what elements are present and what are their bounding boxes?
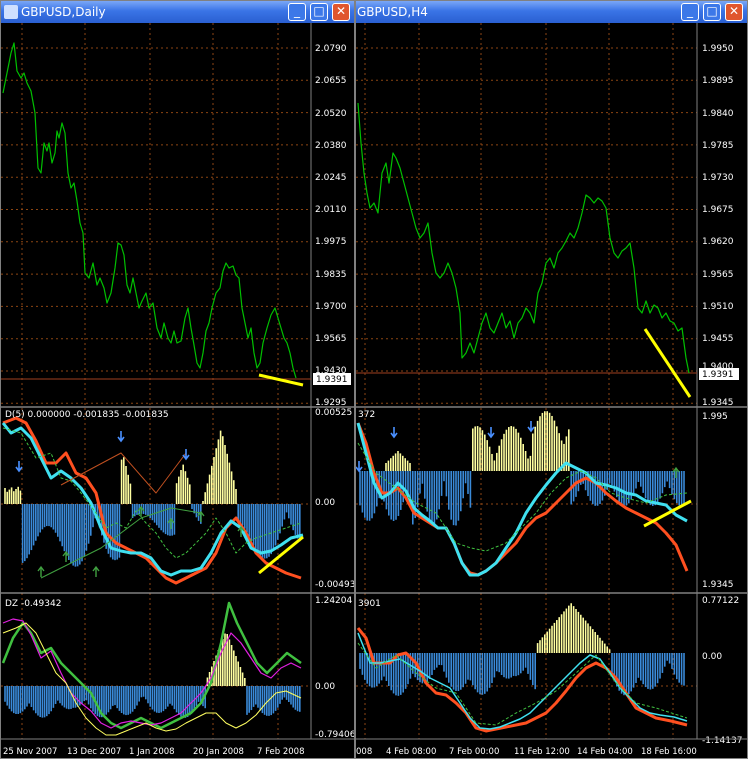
maximize-button[interactable]: □ xyxy=(703,3,721,21)
ind1-axis-tick: 1.9345 xyxy=(702,580,734,590)
oscillator-line-magenta xyxy=(2,618,302,729)
title-bar[interactable]: GBPUSD,H4 _ □ ✕ xyxy=(356,1,747,23)
indicator-1-label: D(5) 0.000000 -0.001835 -0.001835 xyxy=(5,410,169,420)
time-tick: 25 Nov 2007 xyxy=(3,747,57,757)
price-line xyxy=(357,102,690,374)
price-tick: 1.9950 xyxy=(702,44,734,54)
arrow-down-icon xyxy=(117,431,125,443)
arrow-down-icon xyxy=(356,461,363,473)
price-tick: 1.9700 xyxy=(315,302,347,312)
price-tick: 2.0790 xyxy=(315,44,347,54)
time-axis: 25 Nov 2007 13 Dec 2007 1 Jan 2008 20 Ja… xyxy=(3,747,305,757)
arrow-down-icon xyxy=(487,427,495,439)
time-tick: 7 Feb 2008 xyxy=(257,747,305,757)
indicator-2-label: 3901 xyxy=(358,599,381,609)
chart-window-daily[interactable]: GBPUSD,Daily _ □ ✕ D(5) 0.000000 -0.0018… xyxy=(0,0,355,759)
arrow-up-icon xyxy=(92,565,100,577)
trend-line xyxy=(258,373,304,387)
chart-area[interactable]: 372 3901 1.9950 1.9895 1.9840 1.9785 1.9… xyxy=(356,23,747,758)
price-tick: 1.9620 xyxy=(702,237,734,247)
maximize-button[interactable]: □ xyxy=(310,3,328,21)
indicator-2-label: DZ -0.49342 xyxy=(5,599,61,609)
price-tick: 2.0245 xyxy=(315,173,347,183)
price-panel[interactable] xyxy=(1,42,311,387)
minimize-button[interactable]: _ xyxy=(288,3,306,21)
indicator-panel-2[interactable] xyxy=(1,601,302,736)
ind2-axis-tick: 0.00 xyxy=(702,652,722,662)
price-tick: 1.9565 xyxy=(702,270,734,280)
time-tick: 7 Feb 00:00 xyxy=(449,747,499,757)
current-price-label: 1.9391 xyxy=(702,370,734,380)
time-tick: 1 Jan 2008 xyxy=(129,747,175,757)
chart-canvas[interactable]: 372 3901 1.9950 1.9895 1.9840 1.9785 1.9… xyxy=(356,23,747,759)
chart-canvas[interactable]: D(5) 0.000000 -0.001835 -0.001835 DZ -0.… xyxy=(1,23,354,759)
price-tick: 1.9835 xyxy=(315,270,347,280)
price-panel[interactable] xyxy=(356,102,697,398)
indicator-panel-1[interactable] xyxy=(356,411,692,577)
time-tick: 18 Feb 16:00 xyxy=(641,747,697,757)
indicator-panel-1[interactable] xyxy=(1,416,304,585)
price-tick: 1.9565 xyxy=(315,334,347,344)
price-axis: 2.0790 2.0655 2.0520 2.0380 2.0245 2.011… xyxy=(315,44,347,408)
trend-line xyxy=(258,535,304,575)
price-tick: 1.9730 xyxy=(702,173,734,183)
time-axis: 008 4 Feb 08:00 7 Feb 00:00 11 Feb 12:00… xyxy=(356,747,697,757)
price-tick: 2.0380 xyxy=(315,141,347,151)
time-tick: 4 Feb 08:00 xyxy=(386,747,436,757)
ind2-axis-tick: 0.00 xyxy=(315,682,335,692)
grid xyxy=(1,23,311,739)
price-tick: 1.9455 xyxy=(702,334,734,344)
ind1-axis-tick: 0.00 xyxy=(315,498,335,508)
minimize-button[interactable]: _ xyxy=(681,3,699,21)
arrow-down-icon xyxy=(390,427,398,439)
chart-window-h4[interactable]: GBPUSD,H4 _ □ ✕ 372 3901 1.9950 1.9895 1… xyxy=(355,0,748,759)
close-button[interactable]: ✕ xyxy=(332,3,350,21)
price-tick: 1.9895 xyxy=(702,76,734,86)
time-tick: 008 xyxy=(356,747,372,757)
arrow-up-icon xyxy=(37,565,45,577)
grid xyxy=(356,23,697,739)
price-tick: 1.9975 xyxy=(315,237,347,247)
arrow-down-icon xyxy=(527,421,535,433)
ind2-axis-tick: -1.14137 xyxy=(702,736,742,746)
time-tick: 14 Feb 04:00 xyxy=(577,747,633,757)
time-tick: 13 Dec 2007 xyxy=(67,747,121,757)
price-tick: 1.9675 xyxy=(702,205,734,215)
price-tick: 1.9510 xyxy=(702,302,734,312)
price-tick: 2.0655 xyxy=(315,76,347,86)
time-tick: 11 Feb 12:00 xyxy=(514,747,570,757)
price-tick: 2.0110 xyxy=(315,205,347,215)
signal-line-cyan xyxy=(1,422,304,577)
price-tick: 2.0520 xyxy=(315,109,347,119)
indicator-panel-2[interactable] xyxy=(356,603,688,733)
ind2-axis-tick: 1.24204 xyxy=(315,596,352,606)
arrow-down-icon xyxy=(182,449,190,461)
time-tick: 20 Jan 2008 xyxy=(193,747,244,757)
ind1-axis-tick: 1.995 xyxy=(702,412,728,422)
indicator-1-label: 372 xyxy=(358,410,375,420)
title-bar[interactable]: GBPUSD,Daily _ □ ✕ xyxy=(1,1,354,23)
ind1-axis-tick: 0.00525 xyxy=(315,408,352,418)
price-tick: 1.9345 xyxy=(702,398,734,408)
oscillator-line-yellow xyxy=(2,622,302,736)
price-tick: 1.9785 xyxy=(702,141,734,151)
window-title: GBPUSD,H4 xyxy=(357,5,428,19)
price-tick: 1.9840 xyxy=(702,109,734,119)
price-axis: 1.9950 1.9895 1.9840 1.9785 1.9730 1.967… xyxy=(702,44,734,408)
chart-area[interactable]: D(5) 0.000000 -0.001835 -0.001835 DZ -0.… xyxy=(1,23,354,758)
chart-window-icon xyxy=(4,5,18,19)
ind1-axis-tick: -0.00493 xyxy=(315,580,354,590)
ind2-axis-tick: 0.77122 xyxy=(702,596,739,606)
current-price-label: 1.9391 xyxy=(316,375,348,385)
price-tick: 1.9295 xyxy=(315,398,347,408)
arrow-up-icon xyxy=(167,517,175,529)
close-button[interactable]: ✕ xyxy=(725,3,743,21)
window-title: GBPUSD,Daily xyxy=(21,5,106,19)
arrow-down-icon xyxy=(15,461,23,473)
